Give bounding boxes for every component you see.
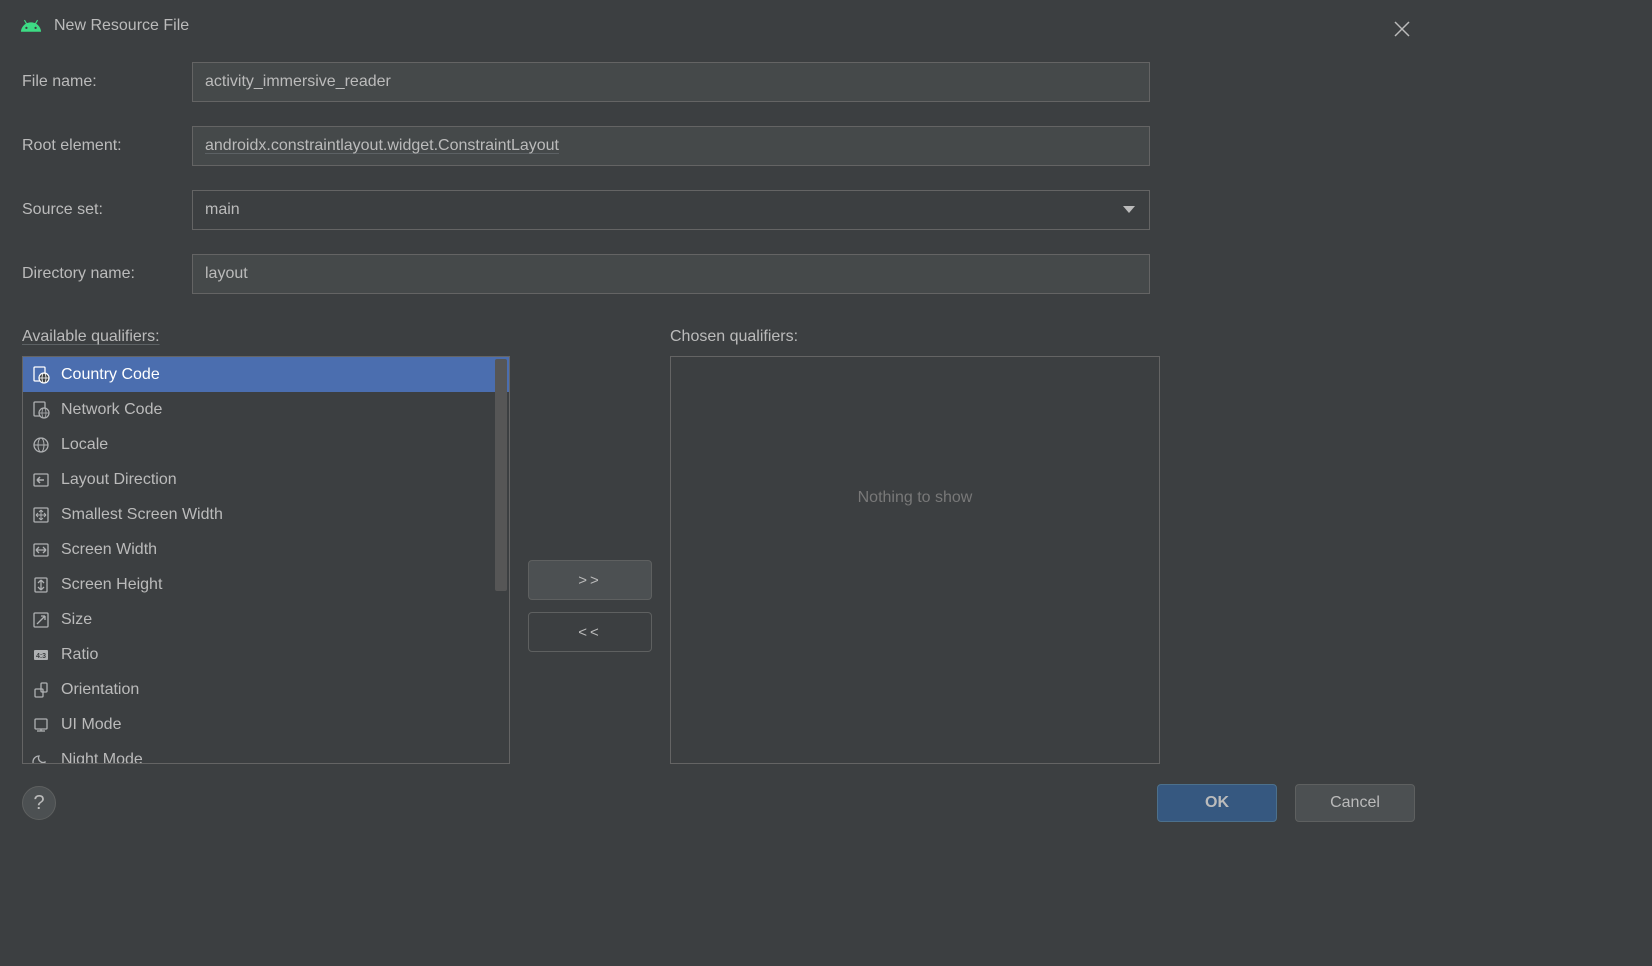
qualifier-item-label: Orientation bbox=[61, 681, 139, 699]
chosen-qualifiers-list[interactable]: Nothing to show bbox=[670, 356, 1160, 764]
svg-text:4:3: 4:3 bbox=[36, 653, 46, 660]
available-qualifiers-label: Available qualifiers: bbox=[22, 328, 510, 346]
qualifier-item[interactable]: Locale bbox=[23, 427, 509, 462]
qualifier-item-label: Country Code bbox=[61, 366, 160, 384]
ok-button[interactable]: OK bbox=[1157, 784, 1277, 822]
add-qualifier-button[interactable]: >> bbox=[528, 560, 652, 600]
arrow-left-box-icon bbox=[31, 470, 51, 490]
root-element-input[interactable] bbox=[192, 126, 1150, 166]
empty-placeholder: Nothing to show bbox=[858, 489, 973, 507]
moon-icon bbox=[31, 750, 51, 765]
chevron-down-icon bbox=[1123, 201, 1135, 219]
directory-name-input[interactable] bbox=[192, 254, 1150, 294]
close-button[interactable] bbox=[1389, 16, 1415, 47]
qualifier-item-label: UI Mode bbox=[61, 716, 121, 734]
qualifier-item[interactable]: Night Mode bbox=[23, 742, 509, 764]
qualifier-item-label: Ratio bbox=[61, 646, 98, 664]
globe-doc-icon bbox=[31, 400, 51, 420]
qualifier-item-label: Night Mode bbox=[61, 751, 143, 765]
directory-name-label: Directory name: bbox=[22, 265, 192, 283]
globe-doc-icon bbox=[31, 365, 51, 385]
qualifier-item[interactable]: Orientation bbox=[23, 672, 509, 707]
qualifier-item[interactable]: Network Code bbox=[23, 392, 509, 427]
expand-icon bbox=[31, 610, 51, 630]
dialog-title: New Resource File bbox=[54, 17, 189, 35]
scrollbar[interactable] bbox=[495, 359, 507, 591]
qualifier-item[interactable]: Country Code bbox=[23, 357, 509, 392]
android-icon bbox=[20, 15, 42, 37]
qualifier-item-label: Layout Direction bbox=[61, 471, 177, 489]
qualifier-item[interactable]: Layout Direction bbox=[23, 462, 509, 497]
source-set-select[interactable]: main bbox=[192, 190, 1150, 230]
qualifier-item[interactable]: UI Mode bbox=[23, 707, 509, 742]
qualifier-item-label: Smallest Screen Width bbox=[61, 506, 223, 524]
arrows-all-icon bbox=[31, 505, 51, 525]
available-qualifiers-list[interactable]: Country Code Network Code Locale Layout Dir… bbox=[22, 356, 510, 764]
arrows-h-icon bbox=[31, 540, 51, 560]
source-set-label: Source set: bbox=[22, 201, 192, 219]
source-set-value: main bbox=[205, 201, 240, 219]
qualifier-item[interactable]: Size bbox=[23, 602, 509, 637]
qualifier-item-label: Screen Height bbox=[61, 576, 162, 594]
qualifier-item[interactable]: Screen Width bbox=[23, 532, 509, 567]
device-icon bbox=[31, 715, 51, 735]
file-name-label: File name: bbox=[22, 73, 192, 91]
file-name-input[interactable] bbox=[192, 62, 1150, 102]
root-element-label: Root element: bbox=[22, 137, 192, 155]
orientation-icon bbox=[31, 680, 51, 700]
qualifier-item[interactable]: 4:3 Ratio bbox=[23, 637, 509, 672]
qualifier-item[interactable]: Smallest Screen Width bbox=[23, 497, 509, 532]
qualifier-item-label: Screen Width bbox=[61, 541, 157, 559]
qualifier-item-label: Locale bbox=[61, 436, 108, 454]
cancel-button[interactable]: Cancel bbox=[1295, 784, 1415, 822]
arrows-v-icon bbox=[31, 575, 51, 595]
qualifier-item[interactable]: Screen Height bbox=[23, 567, 509, 602]
qualifier-item-label: Size bbox=[61, 611, 92, 629]
chosen-qualifiers-label: Chosen qualifiers: bbox=[670, 328, 1160, 346]
globe-icon bbox=[31, 435, 51, 455]
qualifier-item-label: Network Code bbox=[61, 401, 162, 419]
help-button[interactable]: ? bbox=[22, 786, 56, 820]
remove-qualifier-button[interactable]: << bbox=[528, 612, 652, 652]
ratio-icon: 4:3 bbox=[31, 645, 51, 665]
